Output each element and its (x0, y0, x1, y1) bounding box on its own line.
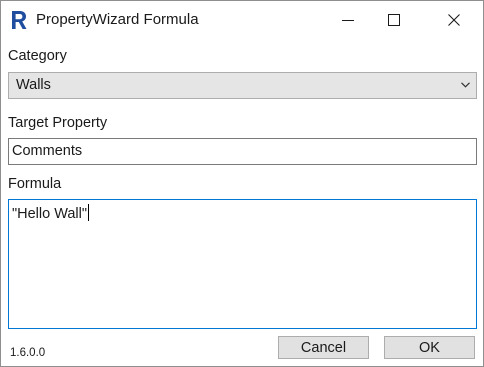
dialog-window: PropertyWizard Formula Category Walls Ta… (0, 0, 484, 367)
category-select[interactable]: Walls (8, 72, 477, 99)
formula-value: "Hello Wall" (12, 206, 88, 222)
title-bar[interactable]: PropertyWizard Formula (1, 1, 483, 39)
category-selected-value: Walls (16, 77, 51, 93)
formula-label: Formula (8, 176, 62, 192)
version-label: 1.6.0.0 (10, 347, 46, 359)
text-caret (88, 204, 90, 221)
target-property-value: Comments (12, 143, 83, 159)
window-title: PropertyWizard Formula (36, 11, 199, 28)
chevron-down-icon (461, 82, 470, 88)
minimize-button[interactable] (325, 1, 371, 39)
ok-button[interactable]: OK (384, 336, 475, 359)
close-button[interactable] (431, 1, 477, 39)
target-property-label: Target Property (8, 115, 108, 131)
formula-textarea[interactable]: "Hello Wall" (8, 199, 477, 329)
maximize-icon (388, 14, 400, 26)
close-icon (448, 14, 460, 26)
target-property-input[interactable]: Comments (8, 138, 477, 165)
maximize-button[interactable] (371, 1, 417, 39)
revit-r-icon (12, 11, 27, 29)
cancel-button[interactable]: Cancel (278, 336, 369, 359)
formula-text: "Hello Wall" (12, 204, 90, 223)
category-label: Category (8, 48, 67, 64)
minimize-icon (342, 20, 354, 21)
